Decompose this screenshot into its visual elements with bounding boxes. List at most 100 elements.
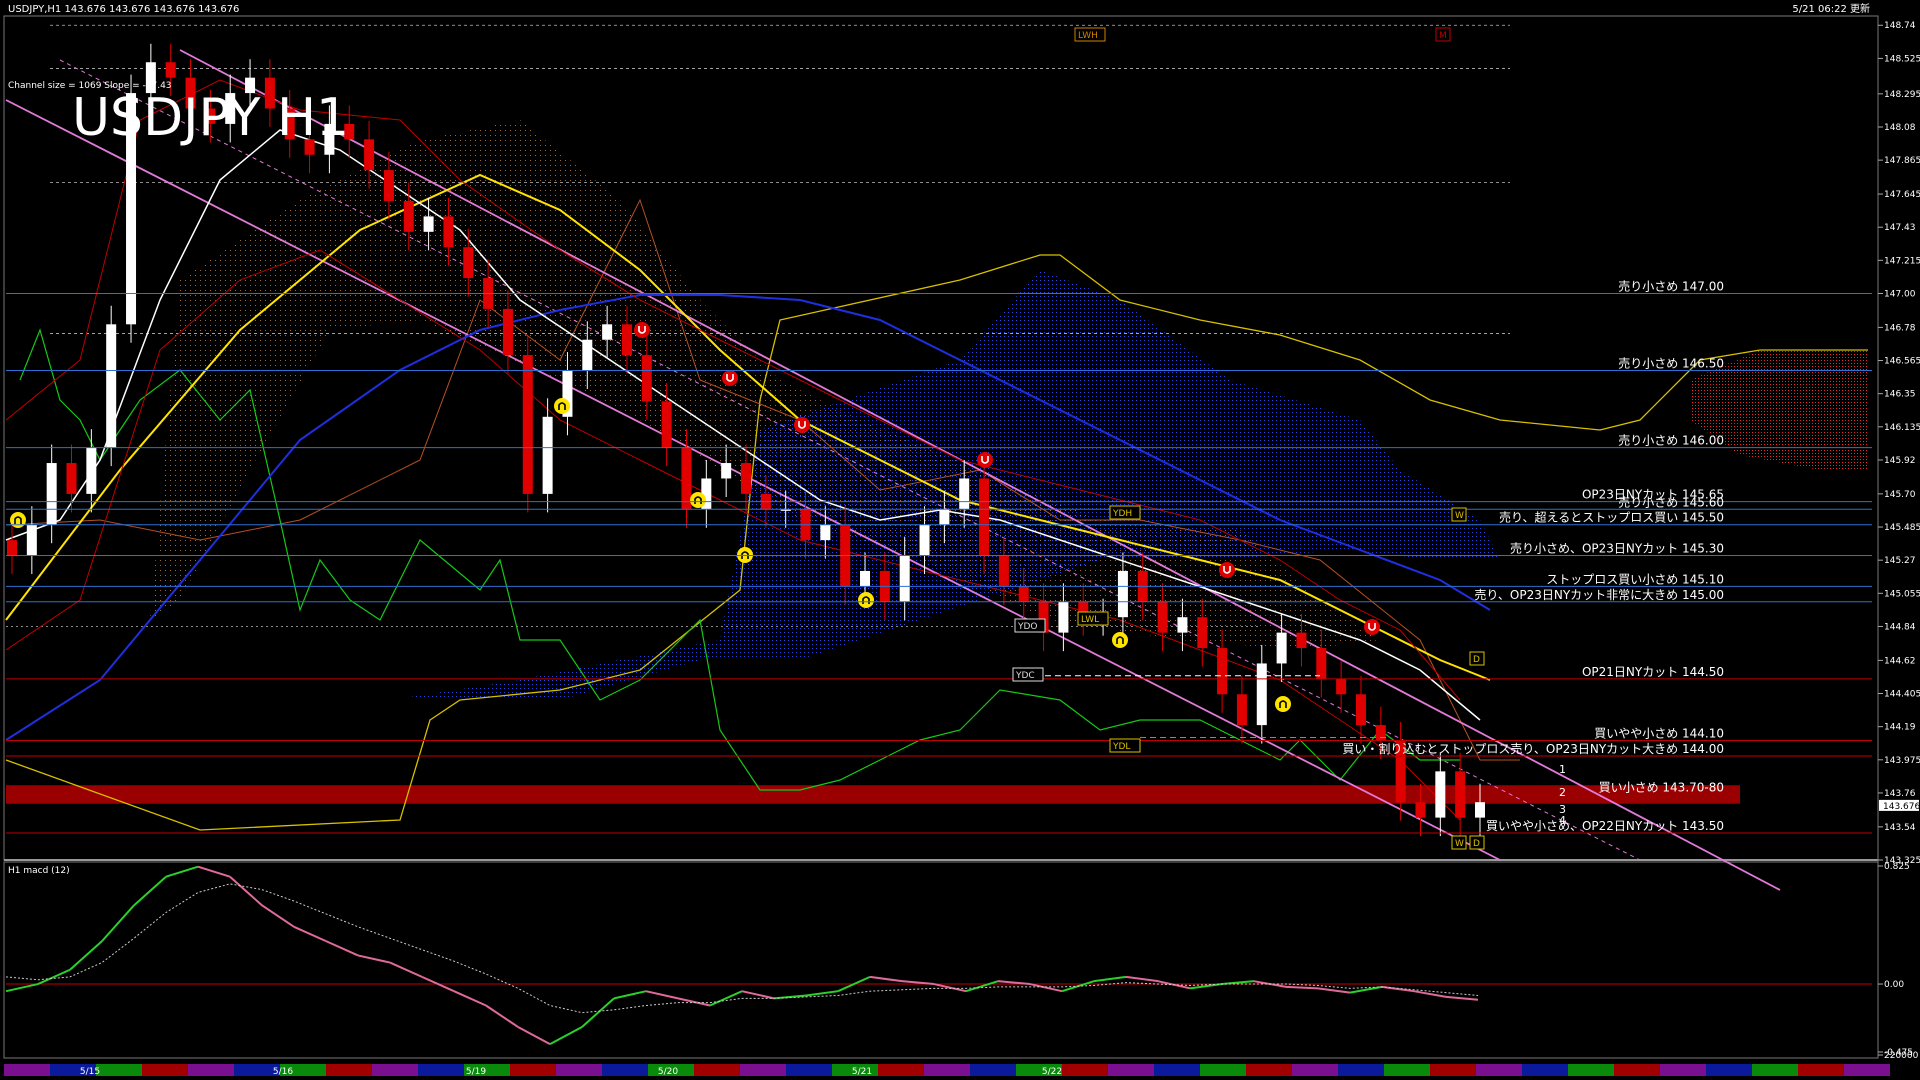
- macd-tick-label: 0.00: [1884, 980, 1904, 990]
- candle-body: [106, 324, 117, 448]
- current-price-label: 143.676: [1883, 802, 1920, 812]
- y-tick-label: 147.00: [1884, 289, 1916, 299]
- y-tick-label: 144.405: [1884, 690, 1920, 700]
- candle-body: [1355, 694, 1366, 726]
- level-label: 売り小さめ 146.50: [1618, 356, 1724, 371]
- buy-signal-marker: [1112, 632, 1128, 648]
- time-segment: [1522, 1064, 1568, 1076]
- candle-body: [7, 540, 17, 556]
- macd-tick-label: 220000: [1884, 1051, 1919, 1061]
- candle-body: [860, 570, 871, 587]
- candle-body: [1177, 617, 1188, 633]
- buy-signal-marker: [737, 547, 753, 563]
- time-segment: [1614, 1064, 1660, 1076]
- y-tick-label: 143.975: [1884, 756, 1920, 766]
- level-label: 売り、超えるとストップロス買い 145.50: [1499, 510, 1724, 525]
- candle-body: [383, 170, 394, 201]
- time-segment: [372, 1064, 418, 1076]
- y-tick-label: 148.74: [1884, 21, 1916, 31]
- time-segment: [1430, 1064, 1476, 1076]
- level-label: 売り小さめ 145.60: [1618, 494, 1724, 509]
- buy-signal-marker: [858, 592, 874, 608]
- candle-body: [542, 416, 553, 494]
- tag-label: W: [1455, 839, 1464, 849]
- buy-signal-marker: [10, 512, 26, 528]
- time-segment: [188, 1064, 234, 1076]
- level-label: 買い小さめ 143.70-80: [1599, 780, 1724, 794]
- candle-body: [1375, 725, 1386, 741]
- sell-signal-marker: [794, 417, 810, 433]
- candle-body: [1316, 648, 1327, 679]
- candle-body: [1157, 601, 1168, 633]
- time-segment: [418, 1064, 464, 1076]
- y-tick-label: 146.78: [1884, 323, 1916, 333]
- level-label: 買い・割り込むとストップロス売り、OP23日NYカット大きめ 144.00: [1342, 741, 1724, 756]
- candle-body: [502, 308, 513, 356]
- candle-body: [1197, 617, 1208, 649]
- time-segment: [96, 1064, 142, 1076]
- time-segment: [1752, 1064, 1798, 1076]
- y-tick-label: 148.295: [1884, 90, 1920, 100]
- time-segment: [1568, 1064, 1614, 1076]
- sell-signal-marker: [1219, 562, 1235, 578]
- time-segment: [4, 1064, 50, 1076]
- level-label: 買いやや小さめ、OP22日NYカット 143.50: [1486, 819, 1724, 833]
- candle-body: [1475, 802, 1485, 818]
- candle-body: [919, 524, 930, 556]
- time-segment: [326, 1064, 372, 1076]
- tag-label: W: [1455, 511, 1464, 521]
- y-tick-label: 146.565: [1884, 357, 1920, 367]
- y-tick-label: 143.76: [1884, 789, 1916, 799]
- wave-label: 2: [1559, 786, 1566, 799]
- level-label: OP21日NYカット 144.50: [1582, 665, 1724, 679]
- y-tick-label: 147.645: [1884, 190, 1920, 200]
- candle-body: [364, 139, 375, 171]
- candle-body: [979, 478, 990, 556]
- header-left: USDJPY,H1 143.676 143.676 143.676 143.67…: [8, 4, 239, 15]
- time-segment: [1798, 1064, 1844, 1076]
- tag-label: YDO: [1017, 622, 1038, 632]
- candle-body: [66, 463, 77, 494]
- time-segment: [1108, 1064, 1154, 1076]
- buy-signal-marker: [554, 398, 570, 414]
- y-tick-label: 148.08: [1884, 123, 1916, 133]
- x-date-label: 5/22: [1042, 1067, 1062, 1077]
- big-title: USDJPY H1: [72, 88, 349, 148]
- candle-body: [899, 555, 910, 602]
- time-segment: [970, 1064, 1016, 1076]
- time-segment: [1476, 1064, 1522, 1076]
- tag-label: YDH: [1112, 509, 1132, 519]
- sell-signal-marker: [634, 322, 650, 338]
- tag-label: M: [1439, 31, 1447, 41]
- tag-label: D: [1473, 839, 1480, 849]
- x-date-label: 5/16: [273, 1067, 293, 1077]
- candle-body: [998, 555, 1009, 587]
- candle-body: [522, 355, 533, 494]
- y-tick-label: 146.135: [1884, 423, 1920, 433]
- candle-body: [820, 524, 831, 541]
- candle-body: [86, 447, 97, 494]
- x-date-label: 5/19: [466, 1067, 486, 1077]
- candle-body: [463, 247, 474, 279]
- candle-body: [582, 339, 593, 371]
- candle-body: [939, 509, 950, 525]
- y-tick-label: 144.19: [1884, 723, 1916, 733]
- x-date-label: 5/20: [658, 1067, 678, 1077]
- buy-signal-marker: [690, 492, 706, 508]
- y-tick-label: 145.70: [1884, 490, 1916, 500]
- candle-body: [661, 401, 672, 448]
- time-segment: [1384, 1064, 1430, 1076]
- candle-body: [602, 324, 613, 340]
- y-tick-label: 147.215: [1884, 256, 1920, 266]
- time-segment: [602, 1064, 648, 1076]
- x-date-label: 5/21: [852, 1067, 872, 1077]
- time-segment: [142, 1064, 188, 1076]
- candle-body: [165, 62, 176, 78]
- candle-body: [641, 355, 652, 402]
- candle-body: [681, 447, 692, 510]
- time-segment: [510, 1064, 556, 1076]
- x-date-label: 5/15: [80, 1067, 100, 1077]
- level-label: ストップロス買い小さめ 145.10: [1546, 572, 1724, 586]
- tag-label: YDL: [1112, 742, 1130, 752]
- wave-label: 4: [1559, 814, 1566, 827]
